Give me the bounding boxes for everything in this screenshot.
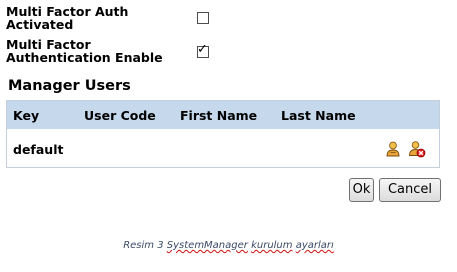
checkmark-icon: ✓ bbox=[197, 42, 208, 57]
mfa-enable-checkbox[interactable]: ✓ bbox=[197, 42, 209, 58]
edit-user-icon[interactable] bbox=[384, 140, 402, 158]
column-header-key: Key bbox=[13, 108, 40, 123]
column-header-first-name: First Name bbox=[180, 108, 258, 123]
manager-users-title: Manager Users bbox=[8, 78, 131, 94]
caption-part6: ayarları bbox=[295, 240, 334, 251]
mfa-activated-label: Multi Factor Auth Activated bbox=[6, 5, 128, 31]
delete-user-icon[interactable] bbox=[408, 140, 426, 158]
caption-part1: Resim 3 bbox=[123, 240, 167, 251]
mfa-enable-label: Multi Factor Authentication Enable bbox=[6, 38, 163, 64]
column-header-last-name: Last Name bbox=[281, 108, 356, 123]
cancel-button[interactable]: Cancel bbox=[379, 178, 441, 202]
ok-button[interactable]: Ok bbox=[349, 178, 374, 202]
caption-part2: SystemManager bbox=[166, 240, 248, 251]
table-header: Key User Code First Name Last Name bbox=[7, 101, 439, 129]
manager-users-table: Key User Code First Name Last Name defau… bbox=[6, 100, 440, 168]
figure-caption: Resim 3 SystemManager kurulum ayarları bbox=[0, 240, 457, 251]
row-key-cell: default bbox=[13, 142, 64, 157]
column-header-user-code: User Code bbox=[84, 108, 156, 123]
mfa-activated-checkbox[interactable] bbox=[197, 12, 209, 24]
mfa-activated-label-line2: Activated bbox=[6, 17, 74, 32]
mfa-enable-label-line2: Authentication Enable bbox=[6, 50, 163, 65]
caption-part4: kurulum bbox=[251, 240, 293, 251]
